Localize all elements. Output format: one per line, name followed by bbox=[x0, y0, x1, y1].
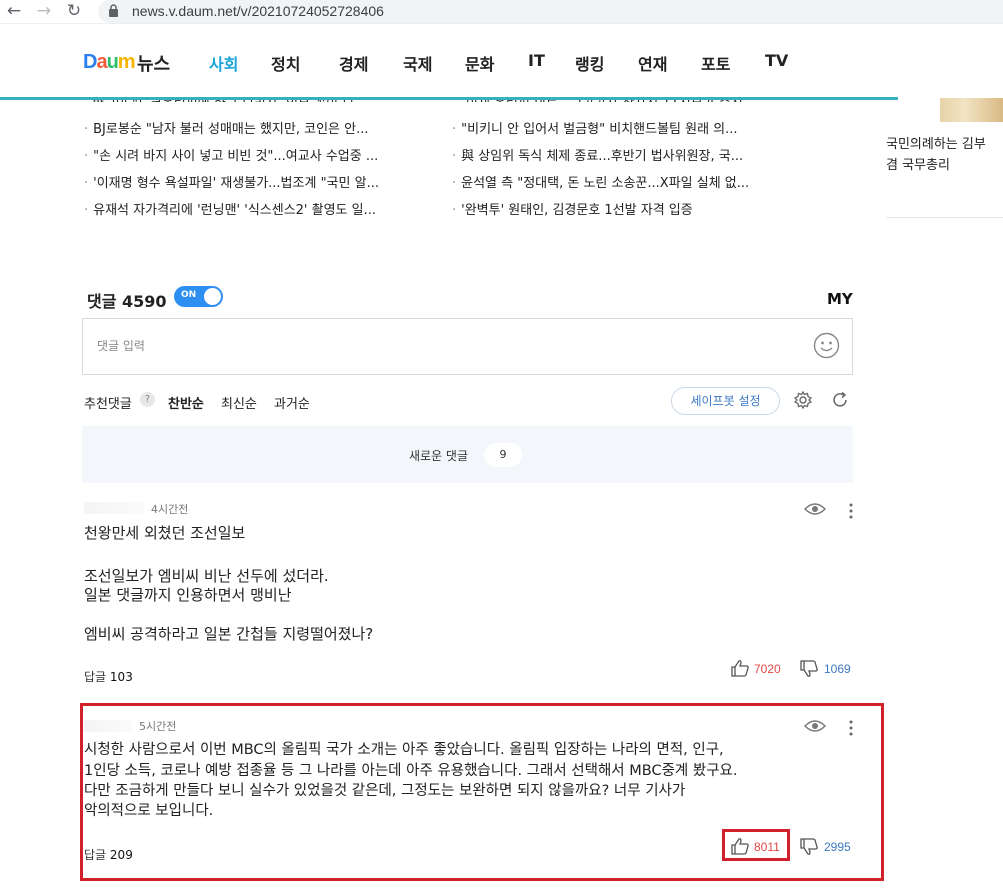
comment-line: 엠비씨 공격하라고 일본 간첩들 지령떨어졌나? bbox=[84, 625, 374, 643]
related-news-item[interactable]: "손 시려 바지 사이 넣고 비빈 것"...여교사 수업중 ... bbox=[84, 145, 424, 164]
address-bar[interactable]: news.v.daum.net/v/20210724052728406 bbox=[98, 0, 1003, 23]
related-news-item[interactable]: 與 상임위 독식 체제 종료...후반기 법사위원장, 국... bbox=[452, 145, 802, 164]
reply-button[interactable]: 답글 103 bbox=[84, 668, 133, 685]
menu-item-it[interactable]: IT bbox=[528, 51, 575, 75]
header-divider bbox=[0, 97, 898, 100]
new-comments-label: 새로운 댓글 bbox=[409, 449, 469, 463]
menu-item-economy[interactable]: 경제 bbox=[339, 51, 403, 75]
thumbs-down-icon[interactable] bbox=[800, 660, 818, 678]
like-count: 7020 bbox=[754, 662, 781, 676]
gear-icon[interactable] bbox=[793, 390, 813, 410]
menu-item-culture[interactable]: 문화 bbox=[465, 51, 528, 75]
comment-input[interactable]: 댓글 입력 bbox=[82, 318, 853, 375]
safebot-settings-button[interactable]: 세이프봇 설정 bbox=[671, 387, 780, 415]
comments-title: 댓글 4590 bbox=[87, 292, 167, 311]
menu-item-politics[interactable]: 정치 bbox=[271, 51, 339, 75]
sort-pro-con[interactable]: 찬반순 bbox=[168, 393, 204, 412]
sort-recommended[interactable]: 추천댓글 bbox=[84, 393, 132, 412]
comments-toggle[interactable]: ON bbox=[174, 286, 223, 307]
menu-item-world[interactable]: 국제 bbox=[403, 51, 465, 75]
avatar[interactable] bbox=[84, 502, 144, 514]
new-comments-bar[interactable]: 새로운 댓글 9 bbox=[82, 426, 853, 483]
logo-news-label[interactable]: 뉴스 bbox=[137, 50, 170, 76]
related-news-item[interactable]: '이재명 형수 욕설파일' 재생불가...법조계 "국민 알... bbox=[84, 172, 424, 191]
thumbs-up-icon[interactable] bbox=[731, 659, 749, 677]
related-news-item[interactable]: 윤석열 측 "정대택, 돈 노린 소송꾼...X파일 실체 없... bbox=[452, 172, 802, 191]
like-highlight-annotation bbox=[722, 829, 790, 861]
new-comments-count: 9 bbox=[484, 443, 522, 467]
related-news-item[interactable]: '완벽투' 원태인, 김경문호 1선발 자격 입증 bbox=[452, 199, 802, 218]
menu-item-photo[interactable]: 포토 bbox=[701, 51, 765, 75]
comment-time: 4시간전 bbox=[151, 503, 189, 516]
emoji-icon[interactable] bbox=[813, 332, 840, 359]
toggle-knob bbox=[204, 288, 221, 305]
my-comments-button[interactable]: MY bbox=[827, 290, 853, 308]
site-header: Daum 뉴스 사회 정치 경제 국제 문화 IT 랭킹 연재 포토 TV bbox=[0, 24, 1003, 98]
dislike-count: 1069 bbox=[824, 662, 851, 676]
comment-line: 조선일보가 엠비씨 비난 선두에 섰더라. bbox=[84, 567, 329, 585]
sidebar-photo[interactable] bbox=[940, 98, 1003, 122]
daum-logo[interactable]: Daum bbox=[83, 51, 136, 74]
sidebar-caption[interactable]: 국민의례하는 김부 겸 국무총리 bbox=[886, 134, 1003, 176]
menu-item-series[interactable]: 연재 bbox=[638, 51, 701, 75]
related-news-item[interactable]: "비키니 안 입어서 벌금형" 비치핸드볼팀 원래 의... bbox=[452, 118, 802, 137]
sidebar-divider bbox=[886, 217, 1003, 218]
sort-oldest[interactable]: 과거순 bbox=[274, 393, 310, 412]
menu-item-ranking[interactable]: 랭킹 bbox=[575, 51, 638, 75]
comment-input-placeholder: 댓글 입력 bbox=[97, 339, 145, 353]
comment-line: 천왕만세 외쳤던 조선일보 bbox=[84, 524, 246, 542]
sort-newest[interactable]: 최신순 bbox=[221, 393, 257, 412]
forward-icon[interactable]: → bbox=[34, 1, 54, 21]
url-text: news.v.daum.net/v/20210724052728406 bbox=[132, 3, 384, 19]
menu-item-society[interactable]: 사회 bbox=[209, 51, 271, 75]
help-icon[interactable]: ? bbox=[140, 392, 155, 407]
eye-icon[interactable] bbox=[804, 502, 826, 516]
more-icon[interactable] bbox=[849, 503, 853, 519]
category-menu: 사회 정치 경제 국제 문화 IT 랭킹 연재 포토 TV bbox=[209, 51, 795, 75]
toggle-label: ON bbox=[181, 290, 197, 300]
related-news-item[interactable]: 유재석 자가격리에 '런닝맨' '식스센스2' 촬영도 일... bbox=[84, 199, 424, 218]
reload-icon[interactable]: ↻ bbox=[64, 1, 84, 21]
refresh-icon[interactable] bbox=[830, 390, 850, 410]
browser-toolbar: ← → ↻ news.v.daum.net/v/2021072405272840… bbox=[0, 0, 1003, 24]
related-news-item[interactable]: BJ로봉순 "남자 불러 성매매는 했지만, 코인은 안... bbox=[84, 118, 424, 137]
back-icon[interactable]: ← bbox=[4, 1, 24, 21]
lock-icon bbox=[109, 4, 118, 17]
menu-item-tv[interactable]: TV bbox=[765, 51, 795, 75]
comment-line: 일본 댓글까지 인용하면서 맹비난 bbox=[84, 586, 292, 604]
